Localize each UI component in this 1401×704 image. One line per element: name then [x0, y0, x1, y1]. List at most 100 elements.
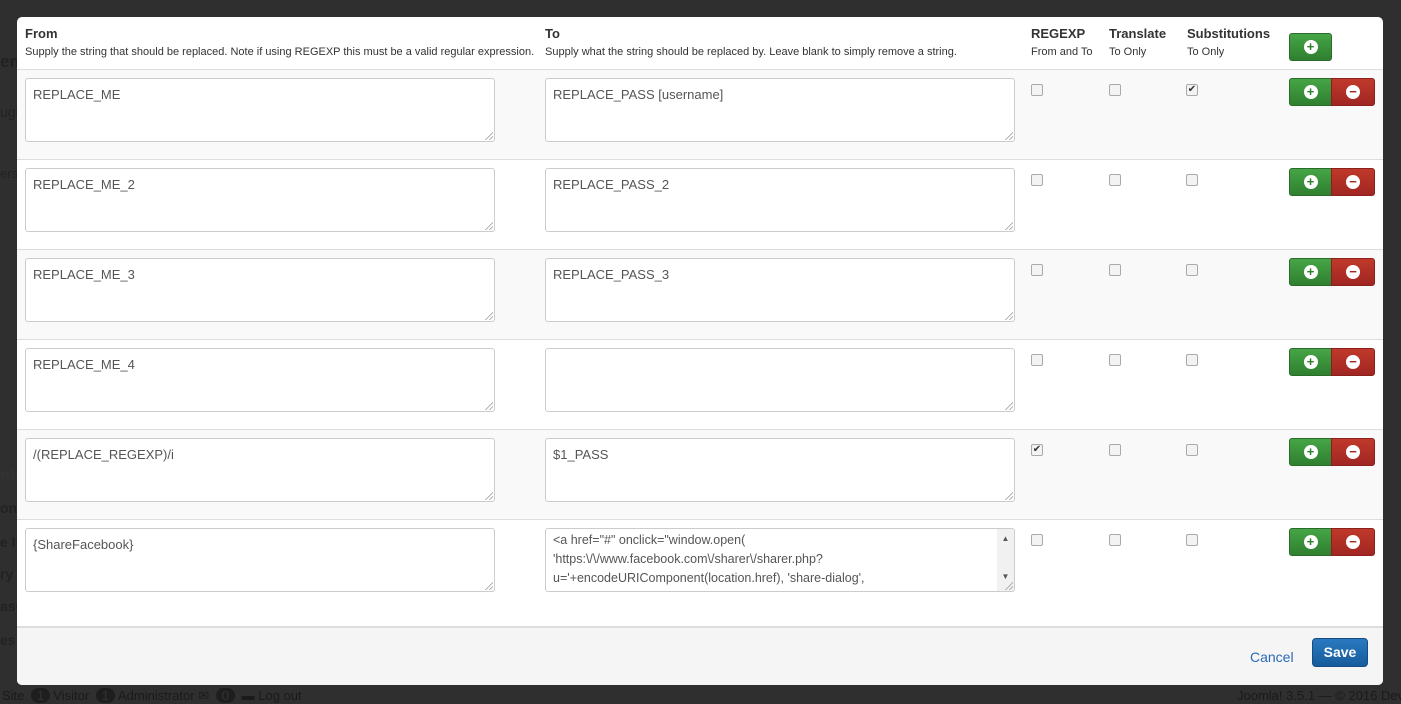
- bg-fragment: on: [0, 500, 18, 516]
- regexp-checkbox[interactable]: ✔: [1031, 444, 1043, 456]
- table-header: From Supply the string that should be re…: [17, 17, 1383, 70]
- resize-handle[interactable]: [485, 402, 493, 410]
- resize-handle[interactable]: [1005, 222, 1013, 230]
- add-row-button[interactable]: +: [1289, 33, 1332, 61]
- translate-checkbox[interactable]: [1109, 264, 1121, 276]
- from-textarea[interactable]: REPLACE_ME: [25, 78, 495, 142]
- substitutions-checkbox[interactable]: [1186, 534, 1198, 546]
- bg-fragment: es: [0, 632, 16, 648]
- resize-handle[interactable]: [1005, 492, 1013, 500]
- to-textarea[interactable]: <a href="#" onclick="window.open( 'https…: [545, 528, 1015, 592]
- save-button[interactable]: Save: [1312, 638, 1368, 667]
- check-icon: ✔: [1032, 444, 1042, 455]
- add-row-button[interactable]: +: [1289, 258, 1332, 286]
- translate-checkbox[interactable]: [1109, 534, 1121, 546]
- to-value: REPLACE_PASS [username]: [553, 87, 724, 102]
- from-value: REPLACE_ME: [33, 87, 121, 102]
- resize-handle[interactable]: [1005, 132, 1013, 140]
- substitutions-checkbox[interactable]: [1186, 264, 1198, 276]
- substitutions-checkbox[interactable]: [1186, 354, 1198, 366]
- from-textarea[interactable]: REPLACE_ME_2: [25, 168, 495, 232]
- from-textarea[interactable]: REPLACE_ME_3: [25, 258, 495, 322]
- bg-fragment: ugi: [0, 104, 19, 120]
- add-row-button[interactable]: +: [1289, 528, 1332, 556]
- from-value: {ShareFacebook}: [33, 537, 134, 552]
- cancel-button[interactable]: Cancel: [1250, 649, 1294, 665]
- translate-checkbox[interactable]: [1109, 354, 1121, 366]
- remove-row-button[interactable]: −: [1331, 438, 1375, 466]
- regexp-checkbox[interactable]: [1031, 264, 1043, 276]
- to-textarea[interactable]: REPLACE_PASS [username]: [545, 78, 1015, 142]
- from-value: REPLACE_ME_3: [33, 267, 135, 282]
- replacement-row: {ShareFacebook} <a href="#" onclick="win…: [17, 520, 1383, 627]
- minus-circle-icon: −: [1346, 445, 1360, 459]
- from-textarea[interactable]: {ShareFacebook}: [25, 528, 495, 592]
- plus-circle-icon: +: [1303, 265, 1318, 279]
- remove-row-button[interactable]: −: [1331, 348, 1375, 376]
- to-help: Supply what the string should be replace…: [545, 46, 957, 58]
- remove-row-button[interactable]: −: [1331, 528, 1375, 556]
- regexp-checkbox[interactable]: [1031, 354, 1043, 366]
- resize-handle[interactable]: [485, 312, 493, 320]
- translate-checkbox[interactable]: [1109, 174, 1121, 186]
- replacements-modal: From Supply the string that should be re…: [17, 17, 1383, 685]
- from-textarea[interactable]: REPLACE_ME_4: [25, 348, 495, 412]
- from-value: REPLACE_ME_4: [33, 357, 135, 372]
- replacement-row: REPLACE_ME_4 + −: [17, 340, 1383, 430]
- resize-handle[interactable]: [485, 582, 493, 590]
- replacement-row: REPLACE_ME_2 REPLACE_PASS_2 + −: [17, 160, 1383, 250]
- regexp-checkbox[interactable]: [1031, 84, 1043, 96]
- regexp-checkbox[interactable]: [1031, 174, 1043, 186]
- resize-handle[interactable]: [485, 492, 493, 500]
- resize-handle[interactable]: [1005, 402, 1013, 410]
- to-textarea[interactable]: REPLACE_PASS_3: [545, 258, 1015, 322]
- to-textarea[interactable]: $1_PASS: [545, 438, 1015, 502]
- substitutions-title: Substitutions: [1187, 26, 1271, 41]
- minus-circle-icon: −: [1346, 85, 1360, 99]
- to-value: $1_PASS: [553, 447, 609, 462]
- check-icon: ✔: [1187, 84, 1197, 95]
- add-row-button[interactable]: +: [1289, 438, 1332, 466]
- substitutions-checkbox[interactable]: [1186, 444, 1198, 456]
- modal-footer: Cancel Save: [17, 627, 1383, 685]
- plus-circle-icon: +: [1303, 175, 1318, 189]
- remove-row-button[interactable]: −: [1331, 168, 1375, 196]
- from-title: From: [25, 26, 58, 41]
- translate-checkbox[interactable]: [1109, 84, 1121, 96]
- plus-circle-icon: +: [1303, 40, 1318, 54]
- from-help: Supply the string that should be replace…: [25, 46, 535, 58]
- plus-circle-icon: +: [1303, 445, 1318, 459]
- resize-handle[interactable]: [1005, 312, 1013, 320]
- to-textarea[interactable]: REPLACE_PASS_2: [545, 168, 1015, 232]
- minus-circle-icon: −: [1346, 535, 1360, 549]
- add-row-button[interactable]: +: [1289, 168, 1332, 196]
- to-value: REPLACE_PASS_2: [553, 177, 670, 192]
- remove-row-button[interactable]: −: [1331, 78, 1375, 106]
- resize-handle[interactable]: [485, 132, 493, 140]
- translate-checkbox[interactable]: [1109, 444, 1121, 456]
- resize-handle[interactable]: [1005, 582, 1013, 590]
- substitutions-sub: To Only: [1187, 46, 1225, 58]
- minus-circle-icon: −: [1346, 175, 1360, 189]
- bg-fragment: ry: [0, 566, 14, 582]
- minus-circle-icon: −: [1346, 355, 1360, 369]
- translate-sub: To Only: [1109, 46, 1147, 58]
- to-value: REPLACE_PASS_3: [553, 267, 670, 282]
- to-textarea[interactable]: [545, 348, 1015, 412]
- remove-row-button[interactable]: −: [1331, 258, 1375, 286]
- translate-title: Translate: [1109, 26, 1167, 41]
- bg-fragment: ers: [0, 166, 19, 181]
- from-textarea[interactable]: /(REPLACE_REGEXP)/i: [25, 438, 495, 502]
- plus-circle-icon: +: [1303, 85, 1318, 99]
- regexp-checkbox[interactable]: [1031, 534, 1043, 546]
- replacement-row: REPLACE_ME REPLACE_PASS [username] ✔ + −: [17, 70, 1383, 160]
- regexp-title: REGEXP: [1031, 26, 1086, 41]
- substitutions-checkbox[interactable]: ✔: [1186, 84, 1198, 96]
- status-bar: Site 1 Visitor 1 Administrator ✉ 0 ▬ Log o…: [0, 686, 1401, 703]
- substitutions-checkbox[interactable]: [1186, 174, 1198, 186]
- add-row-button[interactable]: +: [1289, 348, 1332, 376]
- add-row-button[interactable]: +: [1289, 78, 1332, 106]
- resize-handle[interactable]: [485, 222, 493, 230]
- from-value: REPLACE_ME_2: [33, 177, 135, 192]
- to-value: <a href="#" onclick="window.open( 'https…: [553, 533, 865, 591]
